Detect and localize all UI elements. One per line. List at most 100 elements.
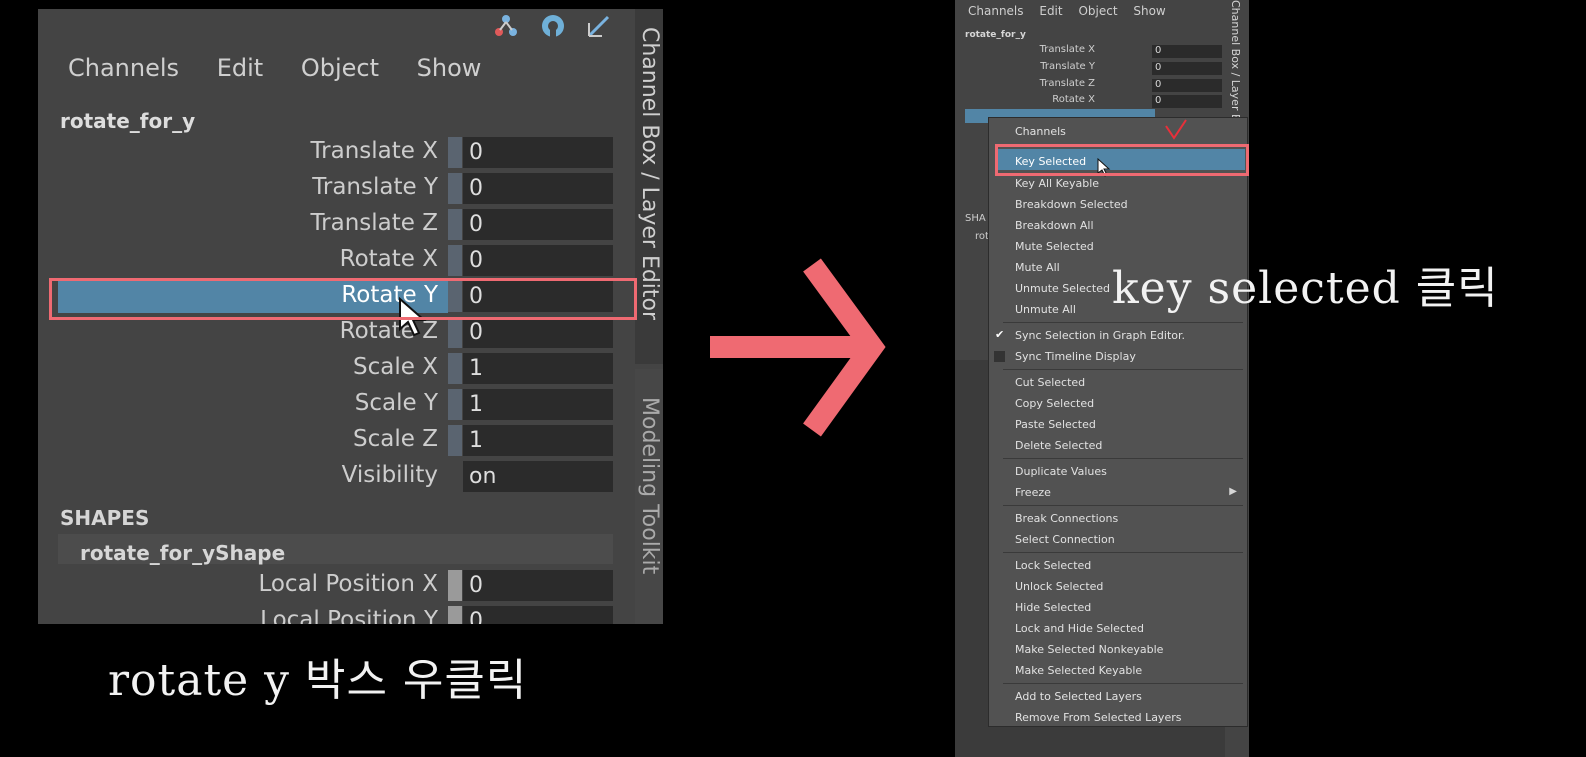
attr-row-translate-z[interactable]: Translate Z 0 (38, 208, 638, 241)
menu-object[interactable]: Object (301, 54, 379, 82)
attr-row-translate-x[interactable]: Translate X 0 (955, 44, 1235, 59)
attr-label: Translate Z (310, 210, 439, 236)
attr-value-field[interactable]: 0 (463, 245, 613, 276)
attr-row-scale-y[interactable]: Scale Y 1 (38, 388, 638, 421)
attr-label: Visibility (341, 462, 438, 488)
menu-separator (1003, 322, 1243, 323)
submenu-arrow-icon: ▶ (1229, 486, 1237, 497)
menu-item-make-selected-nonkeyable[interactable]: Make Selected Nonkeyable (1015, 643, 1163, 656)
menu-item-unlock-selected[interactable]: Unlock Selected (1015, 580, 1103, 593)
keyframe-swatch (448, 137, 462, 168)
attr-value-field[interactable]: 1 (463, 389, 613, 420)
attr-row-translate-x[interactable]: Translate X 0 (38, 136, 638, 169)
context-menu-header: Channels (1015, 125, 1066, 138)
attr-value-field[interactable]: 0 (1152, 79, 1222, 92)
menu-item-make-selected-keyable[interactable]: Make Selected Keyable (1015, 664, 1142, 677)
attr-label: Translate Y (312, 174, 438, 200)
attr-row-translate-z[interactable]: Translate Z 0 (955, 78, 1235, 93)
attr-row-scale-z[interactable]: Scale Z 1 (38, 424, 638, 457)
menu-object[interactable]: Object (1078, 4, 1117, 18)
menu-show[interactable]: Show (417, 54, 482, 82)
attr-label: Translate Z (1039, 78, 1095, 89)
shape-node-name[interactable]: rotate_for_yShape (80, 541, 285, 565)
keyframe-swatch (448, 173, 462, 204)
menu-item-hide-selected[interactable]: Hide Selected (1015, 601, 1091, 614)
attr-value-field[interactable]: 0 (463, 570, 613, 601)
attr-label: Rotate X (1052, 94, 1095, 105)
menu-item-delete-selected[interactable]: Delete Selected (1015, 439, 1102, 452)
attr-value-field[interactable]: on (463, 461, 613, 492)
attr-value-field[interactable]: 0 (1152, 45, 1222, 58)
keyframe-swatch (448, 317, 462, 348)
menu-item-breakdown-selected[interactable]: Breakdown Selected (1015, 198, 1128, 211)
edit-tool-icon[interactable] (586, 13, 612, 39)
attr-value-field[interactable]: 0 (1152, 95, 1222, 108)
menu-item-breakdown-all[interactable]: Breakdown All (1015, 219, 1094, 232)
attr-value-field[interactable]: 0 (1152, 62, 1222, 75)
menu-item-break-connections[interactable]: Break Connections (1015, 512, 1118, 525)
attr-row-rotate-x[interactable]: Rotate X 0 (38, 244, 638, 277)
object-name: rotate_for_y (60, 109, 196, 133)
attr-value-field[interactable]: 0 (463, 137, 613, 168)
menu-item-lock-selected[interactable]: Lock Selected (1015, 559, 1091, 572)
menu-item-unmute-all[interactable]: Unmute All (1015, 303, 1076, 316)
shapes-section-header: SHAPES (60, 506, 150, 530)
caption-left: rotate y 박스 우클릭 (108, 655, 528, 706)
highlight-box-rotate-y (49, 278, 637, 320)
attr-value-field[interactable]: 0 (463, 317, 613, 348)
menu-channels[interactable]: Channels (968, 4, 1024, 18)
tab-label: Modeling Toolkit (637, 397, 662, 575)
menu-item-select-connection[interactable]: Select Connection (1015, 533, 1115, 546)
lasso-tool-icon[interactable] (540, 13, 566, 39)
attr-value-field[interactable]: 1 (463, 425, 613, 456)
checkmark-icon: ✔ (995, 328, 1005, 341)
attr-value-field[interactable]: 0 (463, 209, 613, 240)
highlight-box-key-selected (995, 144, 1249, 176)
attr-label: Local Position X (258, 571, 438, 597)
tab-modeling-toolkit[interactable]: Modeling Toolkit (635, 369, 663, 624)
menu-item-add-to-selected-layers[interactable]: Add to Selected Layers (1015, 690, 1142, 703)
right-arrow-icon (700, 250, 890, 444)
tab-channel-box[interactable]: Channel Box / Layer Editor (635, 9, 663, 364)
move-tool-icon[interactable] (493, 13, 519, 39)
menu-item-remove-from-selected-layers[interactable]: Remove From Selected Layers (1015, 711, 1181, 724)
attr-label: Rotate X (339, 246, 438, 272)
menu-item-copy-selected[interactable]: Copy Selected (1015, 397, 1094, 410)
menu-item-sync-selection-graph-editor[interactable]: Sync Selection in Graph Editor. (1015, 329, 1185, 342)
menu-item-paste-selected[interactable]: Paste Selected (1015, 418, 1096, 431)
attr-row-translate-y[interactable]: Translate Y 0 (955, 61, 1235, 76)
keyframe-swatch (448, 245, 462, 276)
menu-item-cut-selected[interactable]: Cut Selected (1015, 376, 1085, 389)
keyframe-swatch (448, 353, 462, 384)
menu-separator (1003, 552, 1243, 553)
attr-row-visibility[interactable]: Visibility on (38, 460, 638, 493)
menu-item-key-all-keyable[interactable]: Key All Keyable (1015, 177, 1099, 190)
menu-item-unmute-selected[interactable]: Unmute Selected (1015, 282, 1110, 295)
attr-row-local-position-x[interactable]: Local Position X 0 (38, 569, 638, 602)
attr-value-field[interactable]: 0 (463, 606, 613, 624)
attr-row-local-position-y[interactable]: Local Position Y 0 (38, 605, 638, 624)
menu-item-freeze[interactable]: Freeze (1015, 486, 1051, 499)
menu-item-mute-all[interactable]: Mute All (1015, 261, 1060, 274)
menu-edit[interactable]: Edit (217, 54, 263, 82)
keyframe-swatch (448, 209, 462, 240)
menu-item-duplicate-values[interactable]: Duplicate Values (1015, 465, 1107, 478)
menu-separator (1003, 458, 1243, 459)
attr-label: Scale Z (353, 426, 438, 452)
attr-label: Translate Y (1040, 61, 1095, 72)
menu-separator (1003, 505, 1243, 506)
attr-row-scale-x[interactable]: Scale X 1 (38, 352, 638, 385)
attr-row-rotate-x[interactable]: Rotate X 0 (955, 94, 1235, 109)
attr-row-rotate-z[interactable]: Rotate Z 0 (38, 316, 638, 349)
keyframe-swatch (448, 389, 462, 420)
menu-item-sync-timeline-display[interactable]: Sync Timeline Display (1015, 350, 1136, 363)
menu-item-mute-selected[interactable]: Mute Selected (1015, 240, 1094, 253)
menu-show[interactable]: Show (1133, 4, 1165, 18)
attr-value-field[interactable]: 0 (463, 173, 613, 204)
attr-row-translate-y[interactable]: Translate Y 0 (38, 172, 638, 205)
menu-edit[interactable]: Edit (1039, 4, 1062, 18)
menu-item-lock-and-hide-selected[interactable]: Lock and Hide Selected (1015, 622, 1144, 635)
menu-channels[interactable]: Channels (68, 54, 179, 82)
channel-box-menubar: Channels Edit Object Show (68, 54, 511, 82)
attr-value-field[interactable]: 1 (463, 353, 613, 384)
